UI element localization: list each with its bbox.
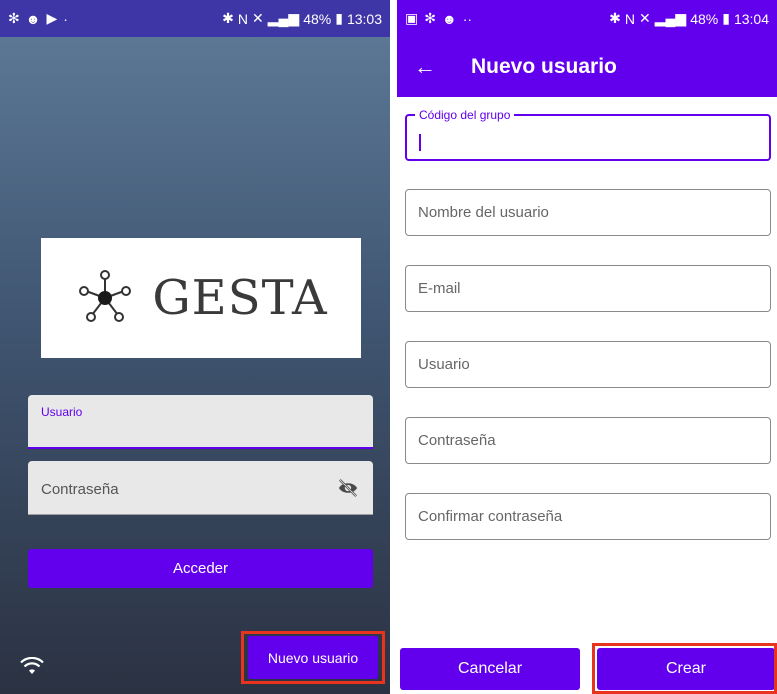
signal-icon: ▂▄▆ (267, 10, 300, 26)
password-input[interactable]: Contraseña (405, 417, 771, 464)
status-bar: ✻ ☻ ▶ · ✱ N ✕ ▂▄▆ 48% ▮ 13:03 (0, 0, 390, 37)
back-arrow-icon[interactable]: ← (413, 54, 437, 79)
clock: 13:04 (733, 10, 769, 27)
login-button[interactable]: Acceder (28, 549, 373, 588)
app-bar: ← Nuevo usuario (397, 37, 777, 97)
status-bar: ▣ ✻ ☻ ·· ✱ N ✕ ▂▄▆ 48% ▮ 13:04 (397, 0, 777, 37)
confirm-password-placeholder: Confirmar contraseña (418, 508, 563, 525)
network-logo-icon (79, 270, 132, 322)
bluetooth-icon: ✱ (609, 10, 621, 26)
password-label: Contraseña (41, 481, 119, 498)
dot-icon: · (63, 10, 68, 27)
gallery-icon: ▣ (405, 10, 419, 26)
create-button[interactable]: Crear (597, 648, 775, 690)
battery-percent: 48% (690, 10, 719, 27)
battery-icon: ▮ (722, 10, 730, 26)
password-placeholder: Contraseña (418, 432, 496, 449)
bluetooth-icon: ✱ (222, 10, 234, 26)
logo-text: GESTA (152, 270, 328, 326)
mute-icon: ✕ (252, 10, 264, 26)
username-label: Usuario (41, 405, 83, 419)
youtube-icon: ▶ (46, 10, 58, 26)
face-icon: ☻ (25, 10, 41, 27)
new-user-screen: ▣ ✻ ☻ ·· ✱ N ✕ ▂▄▆ 48% ▮ 13:04 ← Nuevo u… (397, 0, 777, 694)
page-title: Nuevo usuario (471, 55, 617, 78)
login-screen: ✻ ☻ ▶ · ✱ N ✕ ▂▄▆ 48% ▮ 13:03 GESTA Usua… (0, 0, 390, 694)
nfc-icon: N (624, 10, 636, 27)
password-input[interactable]: Contraseña (28, 461, 373, 515)
text-cursor (419, 134, 421, 151)
email-placeholder: E-mail (418, 280, 461, 297)
username-placeholder: Usuario (418, 356, 470, 373)
group-code-input[interactable]: Código del grupo (405, 108, 771, 161)
user-name-input[interactable]: Nombre del usuario (405, 189, 771, 236)
confirm-password-input[interactable]: Confirmar contraseña (405, 493, 771, 540)
battery-percent: 48% (303, 10, 332, 27)
more-icon: ·· (462, 10, 473, 27)
new-user-button[interactable]: Nuevo usuario (248, 636, 378, 679)
visibility-off-icon[interactable] (337, 478, 359, 498)
screen-divider (390, 0, 397, 694)
wifi-icon (20, 657, 44, 674)
clock: 13:03 (346, 10, 382, 27)
cancel-button[interactable]: Cancelar (400, 648, 580, 690)
gesta-logo: GESTA (41, 238, 361, 358)
user-name-placeholder: Nombre del usuario (418, 204, 549, 221)
email-input[interactable]: E-mail (405, 265, 771, 312)
signal-icon: ▂▄▆ (654, 10, 687, 26)
notification-icon: ✻ (424, 10, 436, 26)
nfc-icon: N (237, 10, 249, 27)
username-input[interactable]: Usuario (405, 341, 771, 388)
face-icon: ☻ (441, 10, 457, 27)
battery-icon: ▮ (335, 10, 343, 26)
group-code-label: Código del grupo (415, 108, 515, 122)
mute-icon: ✕ (639, 10, 651, 26)
notification-icon: ✻ (8, 10, 20, 26)
username-input[interactable]: Usuario (28, 395, 373, 449)
